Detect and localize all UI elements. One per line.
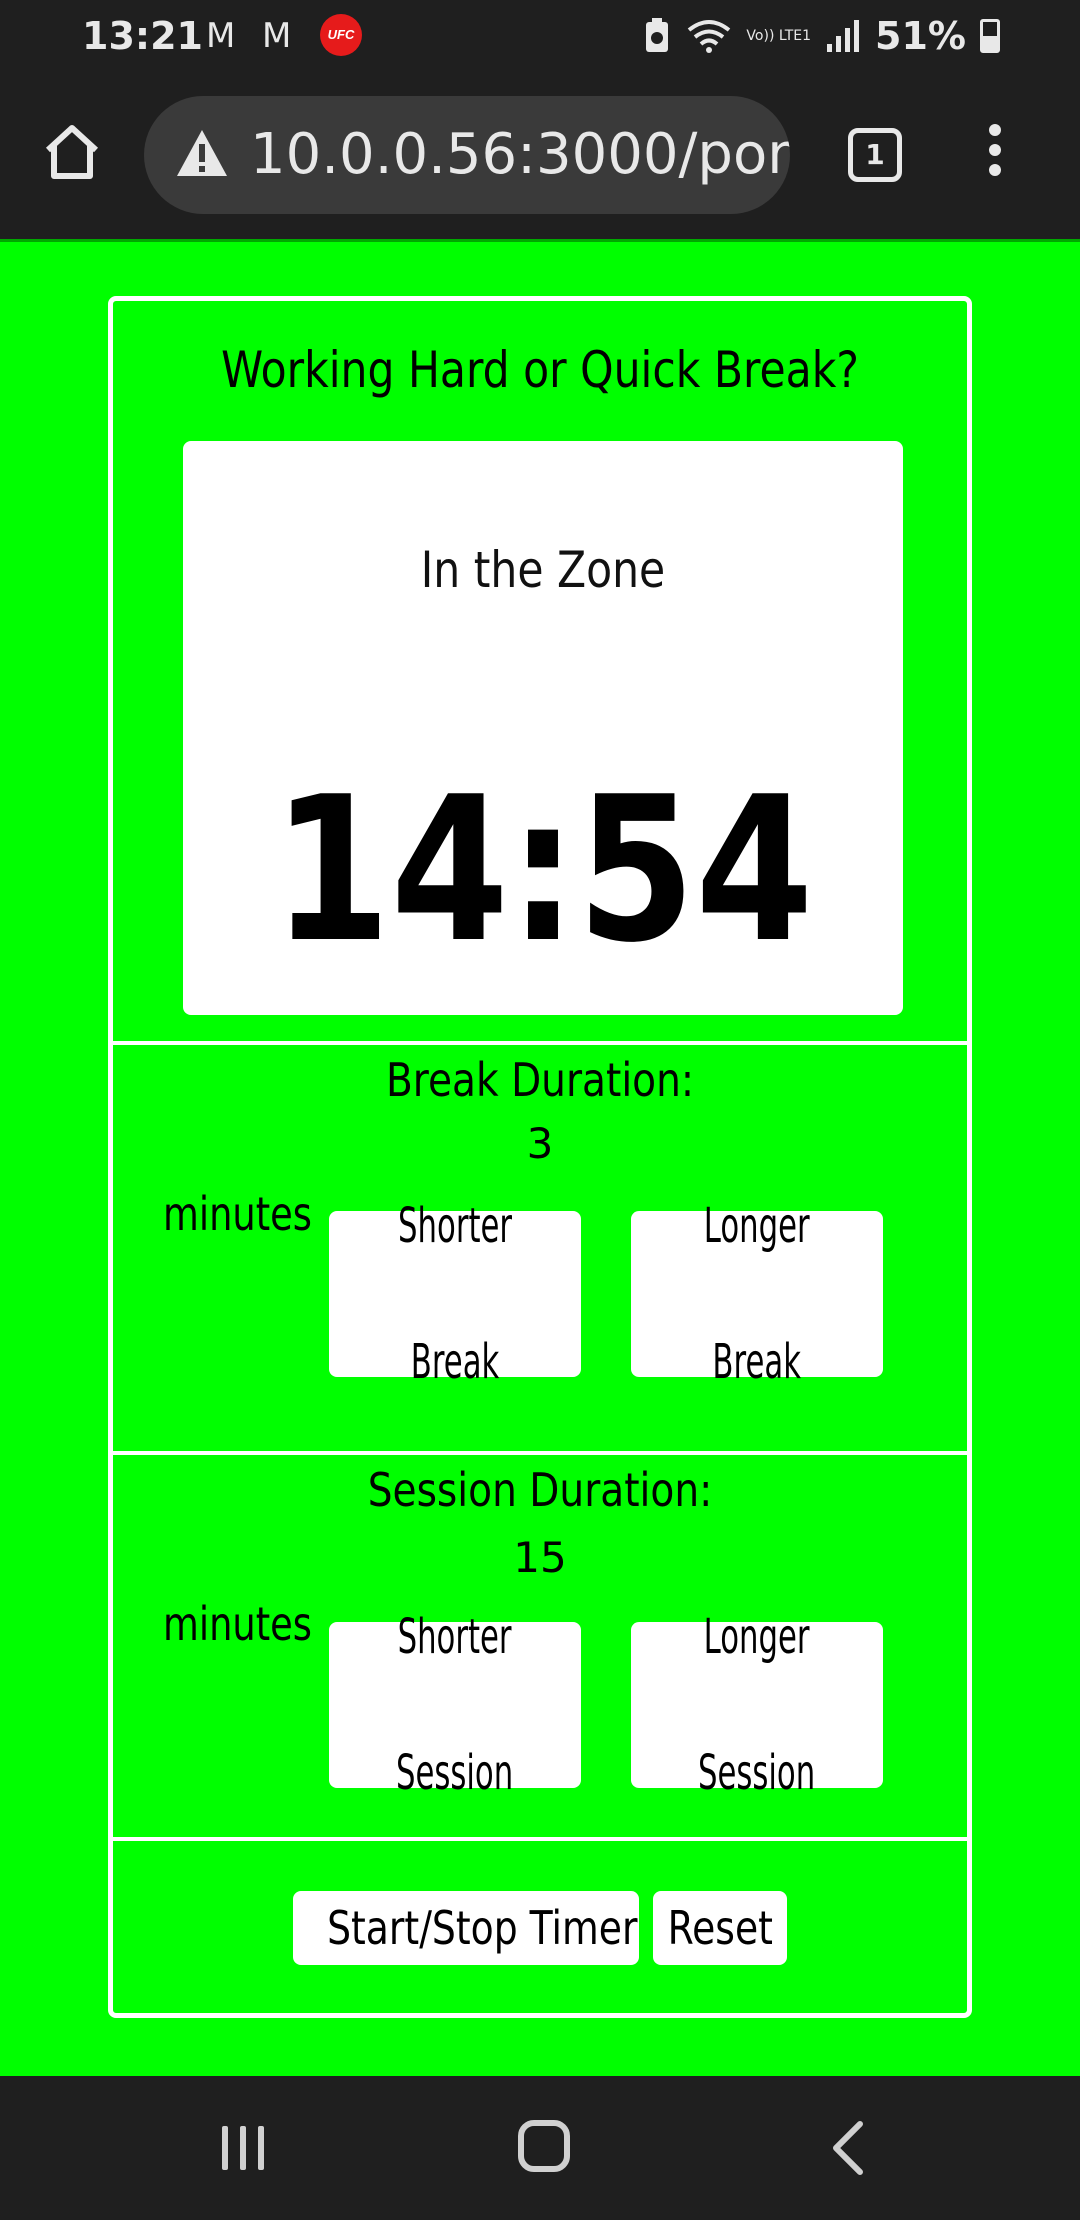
divider (113, 1041, 967, 1045)
session-duration-title: Session Duration: (367, 1463, 713, 1517)
shorter-break-label: Shorter (398, 1198, 512, 1254)
signal-icon (827, 20, 860, 52)
longer-session-label: Session (698, 1745, 816, 1801)
longer-break-button[interactable]: Longer Break (631, 1198, 883, 1390)
break-duration-value: 3 (526, 1119, 554, 1168)
home-nav-icon[interactable] (518, 2120, 570, 2172)
shorter-session-button[interactable]: Shorter Session (329, 1609, 581, 1801)
ufc-app-icon: UFC (320, 14, 362, 56)
timer-display: 14:54 (272, 754, 814, 987)
shorter-break-label: Break (410, 1334, 500, 1390)
shorter-session-label: Shorter (398, 1609, 512, 1665)
reset-label: Reset (667, 1901, 773, 1955)
battery-percent: 51% (875, 14, 966, 58)
pomodoro-card: Working Hard or Quick Break? In the Zone… (108, 296, 972, 2018)
recent-apps-icon[interactable] (218, 2122, 268, 2174)
gmail-icon: M (206, 16, 236, 56)
start-stop-label: Start/Stop Timer (327, 1901, 638, 1955)
session-minutes-label: minutes (163, 1597, 312, 1651)
timer-panel: In the Zone 14:54 (183, 441, 903, 1015)
timer-label: In the Zone (420, 541, 666, 599)
network-type-label: Vo)) LTE1 (746, 28, 812, 44)
status-time: 13:21 (82, 14, 203, 58)
longer-session-button[interactable]: Longer Session (631, 1609, 883, 1801)
longer-break-label: Break (712, 1334, 802, 1390)
divider (113, 1451, 967, 1455)
gmail-icon: M (262, 16, 292, 56)
shorter-session-label: Session (396, 1745, 514, 1801)
url-text[interactable]: 10.0.0.56:3000/pom (250, 122, 790, 187)
break-duration-title: Break Duration: (385, 1053, 695, 1107)
page-title: Working Hard or Quick Break? (221, 341, 859, 399)
status-bar: 13:21 M M UFC Vo)) LTE1 51% (0, 0, 1080, 76)
battery-icon (980, 19, 1000, 53)
divider (113, 1837, 967, 1841)
battery-saver-icon (646, 18, 669, 52)
warning-icon[interactable] (174, 126, 230, 182)
system-navigation-bar (0, 2076, 1080, 2220)
tab-switcher-button[interactable]: 1 (848, 128, 902, 182)
reset-button[interactable]: Reset (653, 1891, 787, 1965)
browser-toolbar: 10.0.0.56:3000/pom 1 (0, 76, 1080, 242)
longer-break-label: Longer (704, 1198, 810, 1254)
shorter-break-button[interactable]: Shorter Break (329, 1198, 581, 1390)
back-icon[interactable] (828, 2118, 868, 2178)
overflow-menu-icon[interactable] (980, 124, 1010, 184)
longer-session-label: Longer (704, 1609, 810, 1665)
start-stop-timer-button[interactable]: Start/Stop Timer (293, 1891, 639, 1965)
break-minutes-label: minutes (163, 1187, 312, 1241)
status-right: Vo)) LTE1 51% (642, 14, 1000, 58)
session-duration-value: 15 (513, 1533, 567, 1582)
wifi-icon (688, 20, 731, 53)
address-bar[interactable]: 10.0.0.56:3000/pom (144, 96, 790, 214)
home-icon[interactable] (40, 120, 104, 184)
